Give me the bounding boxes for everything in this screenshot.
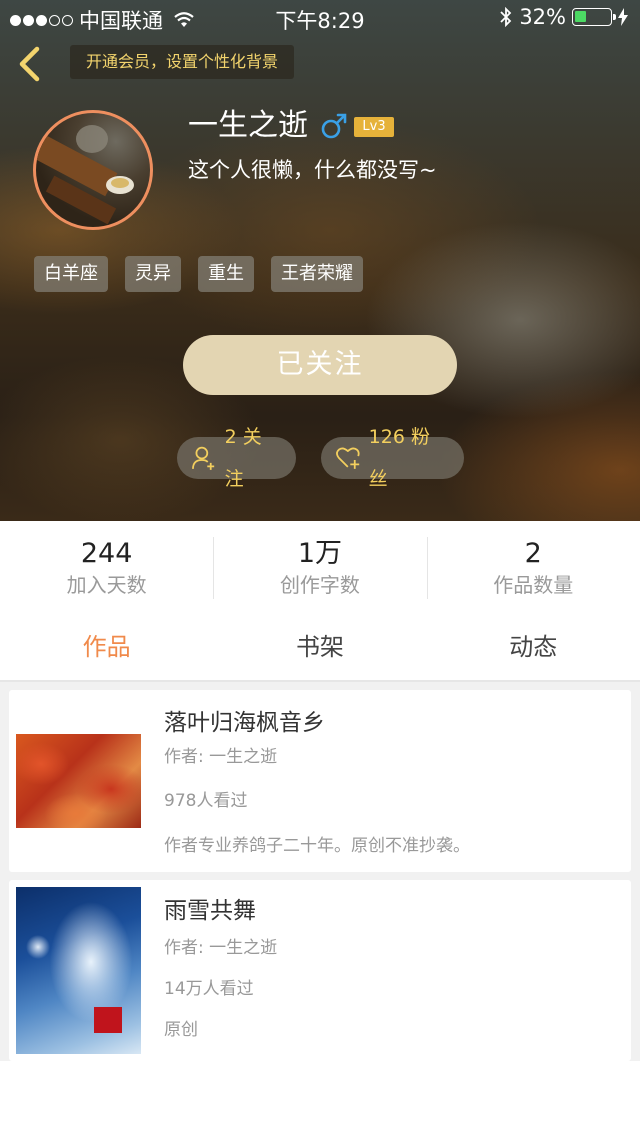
- stat-value: 1万: [297, 538, 343, 569]
- back-chevron-icon[interactable]: [14, 44, 46, 84]
- stat-word-count: 1万 创作字数: [213, 521, 426, 616]
- stat-value: 2: [524, 538, 542, 569]
- book-title: 落叶归海枫音乡: [164, 710, 325, 736]
- book-description: 原创: [164, 1020, 198, 1040]
- stat-works-count: 2 作品数量: [426, 521, 640, 616]
- avatar[interactable]: [33, 110, 153, 230]
- book-cover-image: [16, 887, 141, 1054]
- book-views: 978人看过: [164, 791, 248, 811]
- book-author: 作者: 一生之逝: [164, 747, 278, 767]
- level-badge: Lv3: [354, 117, 394, 137]
- tag-chip[interactable]: 灵异: [125, 256, 181, 292]
- tab-activity[interactable]: 动态: [427, 616, 640, 680]
- book-description: 作者专业养鸽子二十年。原创不准抄袭。: [164, 836, 470, 856]
- stat-days-joined: 244 加入天数: [0, 521, 213, 616]
- following-count-button[interactable]: 2 关注: [177, 426, 296, 490]
- tag-list: 白羊座 灵异 重生 王者荣耀: [34, 256, 363, 292]
- stat-value: 244: [80, 538, 133, 569]
- book-author: 作者: 一生之逝: [164, 938, 278, 958]
- fans-label: 126 粉丝: [368, 426, 430, 490]
- stat-label: 创作字数: [279, 573, 360, 597]
- followed-button[interactable]: 已关注: [183, 335, 457, 395]
- user-add-icon: [192, 446, 215, 470]
- heart-add-icon: [336, 447, 360, 469]
- charging-bolt-icon: [618, 8, 628, 26]
- bluetooth-icon: [500, 7, 512, 27]
- book-cover-image: [16, 734, 141, 828]
- vip-background-banner[interactable]: 开通会员，设置个性化背景: [70, 45, 295, 79]
- following-label: 2 关注: [224, 426, 262, 490]
- work-card[interactable]: 雨雪共舞 作者: 一生之逝 14万人看过 原创: [9, 880, 631, 1061]
- stat-label: 加入天数: [66, 573, 147, 597]
- status-bar: 中国联通 下午8:29 32%: [0, 0, 640, 34]
- tag-chip[interactable]: 王者荣耀: [271, 256, 363, 292]
- work-card[interactable]: 落叶归海枫音乡 作者: 一生之逝 978人看过 作者专业养鸽子二十年。原创不准抄…: [9, 690, 631, 872]
- user-name: 一生之逝: [188, 108, 308, 143]
- stats-row: 244 加入天数 1万 创作字数 2 作品数量: [0, 521, 640, 616]
- tag-chip[interactable]: 重生: [198, 256, 254, 292]
- user-bio: 这个人很懒，什么都没写~: [188, 158, 437, 182]
- book-views: 14万人看过: [164, 979, 254, 999]
- battery-icon: [572, 8, 616, 26]
- status-right: 32%: [499, 5, 628, 29]
- battery-percent: 32%: [519, 5, 566, 29]
- book-title: 雨雪共舞: [164, 898, 256, 924]
- tag-chip[interactable]: 白羊座: [34, 256, 108, 292]
- tab-works[interactable]: 作品: [0, 616, 213, 680]
- avatar-image: [36, 125, 134, 225]
- tab-bookshelf[interactable]: 书架: [213, 616, 426, 680]
- profile-tabs: 作品 书架 动态: [0, 616, 640, 680]
- male-gender-icon: [321, 113, 347, 139]
- stat-label: 作品数量: [493, 573, 574, 597]
- works-list: 落叶归海枫音乡 作者: 一生之逝 978人看过 作者专业养鸽子二十年。原创不准抄…: [0, 682, 640, 1061]
- bottom-blank-area: [0, 1061, 640, 1138]
- fans-count-button[interactable]: 126 粉丝: [321, 426, 464, 490]
- battery-fill: [575, 11, 586, 22]
- profile-header: 中国联通 下午8:29 32% 开通会员，设置个性化背景 一生之逝 Lv3 这个…: [0, 0, 640, 521]
